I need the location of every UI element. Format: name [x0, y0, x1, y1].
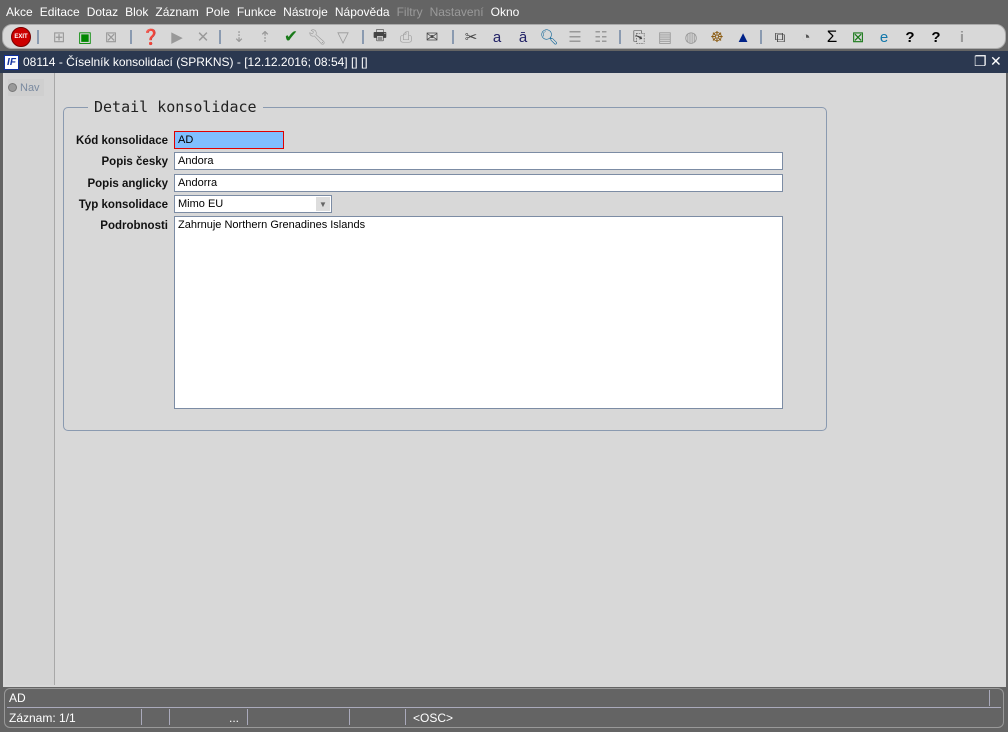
menu-pole[interactable]: Pole: [206, 5, 230, 19]
status-bar: AD Záznam: 1/1 ... <OSC>: [4, 688, 1004, 728]
nav-item[interactable]: Nav: [8, 79, 44, 96]
popis-en-label: Popis anglicky: [87, 178, 168, 190]
menu-akce[interactable]: Akce: [6, 5, 33, 19]
popis-cz-label: Popis česky: [101, 156, 168, 168]
exit-icon: EXIT: [11, 27, 31, 47]
insert-record-icon[interactable]: ⊞: [48, 27, 70, 47]
document-icon[interactable]: ▤: [654, 27, 676, 47]
toolbar-separator: [130, 30, 132, 44]
toolbar-separator: [37, 30, 39, 44]
menu-filtry[interactable]: Filtry: [397, 5, 423, 19]
globe-icon[interactable]: ◍: [680, 27, 702, 47]
copy-field-icon[interactable]: a: [486, 27, 508, 47]
info-icon[interactable]: i: [951, 27, 973, 47]
popis-en-input[interactable]: Andorra: [174, 174, 783, 192]
browser-icon[interactable]: e: [873, 27, 895, 47]
sort-ascending-icon[interactable]: ⇣: [228, 27, 250, 47]
typ-value: Mimo EU: [178, 198, 224, 210]
zoom-search-icon[interactable]: 🔍︎: [538, 27, 560, 47]
menu-zaznam[interactable]: Záznam: [155, 5, 198, 19]
restore-icon[interactable]: ❐: [974, 53, 987, 70]
list-icon[interactable]: ☰: [564, 27, 586, 47]
menu-dotaz[interactable]: Dotaz: [87, 5, 118, 19]
helm-icon[interactable]: ☸: [706, 27, 728, 47]
divider: [989, 690, 990, 706]
menu-funkce[interactable]: Funkce: [237, 5, 276, 19]
divider: [169, 709, 170, 725]
menu-nastaveni[interactable]: Nastavení: [430, 5, 484, 19]
toolbar-separator: [619, 30, 621, 44]
kod-label: Kód konsolidace: [75, 135, 168, 147]
radio-icon: [8, 83, 17, 92]
replace-icon[interactable]: ā: [512, 27, 534, 47]
toolbar: EXIT ⊞ ▣ ⊠ ❓ ▶ ✕ ⇣ ⇡ ✔ 🔧︎ ▽ 🖶︎ ⎙ ✉ ✂ a ā…: [2, 24, 1006, 49]
excel-icon[interactable]: ⊠: [847, 27, 869, 47]
filter-icon[interactable]: ▽: [332, 27, 354, 47]
calendar-clock-icon[interactable]: ◔: [795, 27, 817, 47]
execute-query-icon[interactable]: ▶: [166, 27, 188, 47]
divider: [247, 709, 248, 725]
divider: [7, 707, 1001, 708]
chevron-down-icon[interactable]: ▼: [316, 197, 330, 211]
group-title: Detail konsolidace: [88, 98, 263, 116]
close-icon[interactable]: ✕: [990, 53, 1002, 70]
podrobnosti-label: Podrobnosti: [100, 220, 168, 232]
popis-cz-input[interactable]: Andora: [174, 152, 783, 170]
menu-napoveda[interactable]: Nápověda: [335, 5, 390, 19]
menu-nastroje[interactable]: Nástroje: [283, 5, 328, 19]
new-mail-icon[interactable]: ✉: [421, 27, 443, 47]
toolbar-separator: [219, 30, 221, 44]
cancel-query-icon[interactable]: ✕: [192, 27, 214, 47]
sum-icon[interactable]: Σ: [821, 27, 843, 47]
home-icon[interactable]: ▲: [732, 27, 754, 47]
status-ellipsis: ...: [229, 711, 240, 725]
print-icon[interactable]: 🖶︎: [369, 27, 391, 47]
tree-icon[interactable]: ☷: [590, 27, 612, 47]
nav-label: Nav: [20, 81, 40, 94]
app-logo-icon: IF: [4, 54, 19, 70]
toolbar-separator: [760, 30, 762, 44]
menu-editace[interactable]: Editace: [40, 5, 80, 19]
menu-okno[interactable]: Okno: [491, 5, 520, 19]
divider: [141, 709, 142, 725]
save-check-icon[interactable]: ✔: [280, 27, 302, 47]
typ-select[interactable]: Mimo EU ▼: [174, 195, 332, 213]
menu-blok[interactable]: Blok: [125, 5, 148, 19]
help-window-icon[interactable]: ?: [925, 27, 947, 47]
divider: [349, 709, 350, 725]
duplicate-record-icon[interactable]: ▣: [74, 27, 96, 47]
print-setup-icon[interactable]: ⎙: [395, 27, 417, 47]
help-context-icon[interactable]: ?: [899, 27, 921, 47]
scissors-icon[interactable]: ✂: [460, 27, 482, 47]
detail-group: Detail konsolidace Kód konsolidace AD Po…: [63, 98, 827, 431]
mode-indicator: <OSC>: [413, 711, 454, 725]
export-icon[interactable]: ⎘: [628, 27, 650, 47]
delete-record-icon[interactable]: ⊠: [100, 27, 122, 47]
chart-icon[interactable]: ⧉: [769, 27, 791, 47]
record-count: Záznam: 1/1: [9, 711, 76, 725]
toolbar-separator: [452, 30, 454, 44]
typ-label: Typ konsolidace: [78, 199, 168, 211]
query-help-icon[interactable]: ❓: [140, 27, 162, 47]
wrench-icon[interactable]: 🔧︎: [306, 27, 328, 47]
exit-button[interactable]: EXIT: [10, 27, 32, 47]
toolbar-separator: [362, 30, 364, 44]
divider: [405, 709, 406, 725]
kod-input[interactable]: AD: [174, 131, 284, 149]
menu-bar: Akce Editace Dotaz Blok Záznam Pole Funk…: [0, 0, 1008, 23]
window-title-bar: IF 08114 - Číselník konsolidací (SPRKNS)…: [0, 51, 1008, 73]
window-title: 08114 - Číselník konsolidací (SPRKNS) - …: [23, 55, 368, 69]
sort-descending-icon[interactable]: ⇡: [254, 27, 276, 47]
form-area: Nav Detail konsolidace Kód konsolidace A…: [0, 73, 1008, 687]
status-message: AD: [9, 691, 26, 705]
podrobnosti-textarea[interactable]: Zahrnuje Northern Grenadines Islands: [174, 216, 783, 409]
